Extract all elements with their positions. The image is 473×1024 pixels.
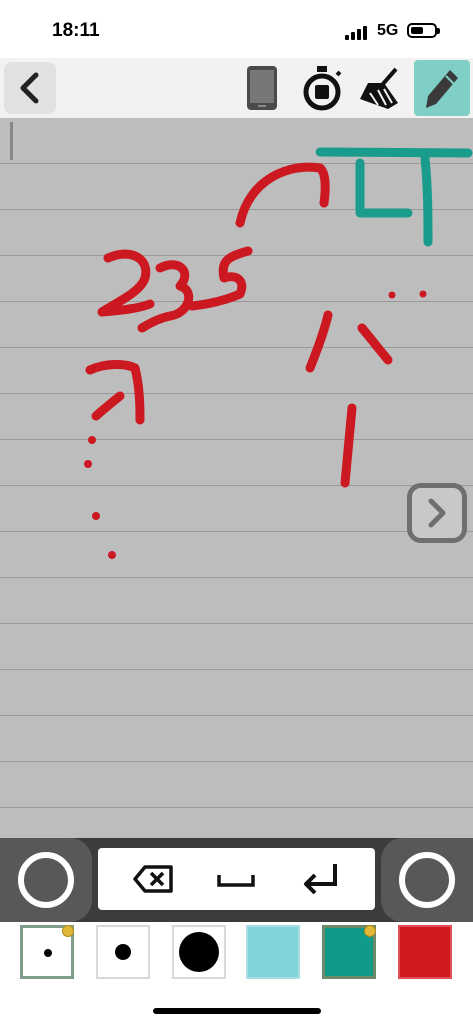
status-bar: 18:11 5G [0,0,473,58]
device-button[interactable] [240,62,284,114]
pen-button[interactable] [414,60,470,116]
return-button[interactable] [281,848,361,910]
return-icon [304,864,337,895]
battery-icon [407,23,440,38]
phone-icon [247,66,277,110]
next-page-button[interactable] [407,483,467,543]
drawing-canvas[interactable] [0,118,473,838]
pen-palette [0,922,473,992]
right-round-button[interactable] [381,838,473,922]
status-time: 18:11 [52,20,100,41]
toolbar [0,58,473,118]
dot-icon [179,932,219,972]
color-red[interactable] [398,925,452,979]
color-light-cyan[interactable] [246,925,300,979]
gear-icon [62,925,74,937]
home-indicator[interactable] [153,1008,321,1014]
handwriting-strokes [84,147,473,559]
pencil-icon [426,70,458,108]
back-button[interactable] [4,62,56,114]
input-bar [0,838,473,922]
left-round-button[interactable] [0,838,92,922]
signal-icon [345,24,371,40]
pen-size-medium[interactable] [96,925,150,979]
broom-icon [360,67,398,109]
pen-size-small[interactable] [20,925,74,979]
timer-button[interactable] [298,62,346,114]
edit-keypad [98,848,375,910]
circle-icon [18,852,74,908]
dot-icon [115,944,131,960]
chevron-right-icon [428,498,446,528]
gear-icon [364,925,376,937]
chevron-left-icon [20,72,39,104]
circle-icon [399,852,455,908]
backspace-icon [133,865,173,893]
color-teal[interactable] [322,925,376,979]
network-label: 5G [377,22,399,39]
space-icon [217,875,255,887]
stopwatch-icon [303,66,342,111]
clear-button[interactable] [356,62,406,114]
space-button[interactable] [196,848,276,910]
backspace-button[interactable] [113,848,193,910]
pen-size-large[interactable] [172,925,226,979]
dot-icon [44,949,52,957]
